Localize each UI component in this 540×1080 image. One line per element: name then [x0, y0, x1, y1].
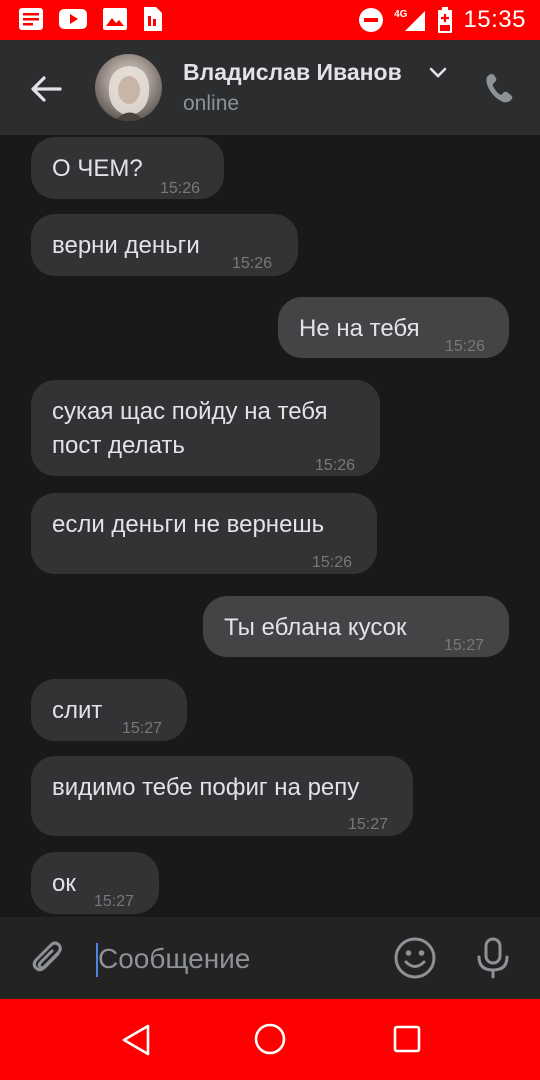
message-text: сукая щас пойду на тебя пост делать	[52, 398, 328, 459]
message-input[interactable]: Сообщение	[98, 943, 250, 975]
message-time: 15:26	[160, 180, 201, 197]
battery-charging-icon	[438, 7, 453, 33]
message-incoming[interactable]: слит 15:27	[31, 679, 187, 741]
nav-recents-icon[interactable]	[390, 1022, 424, 1056]
contact-status: online	[183, 92, 240, 115]
message-incoming[interactable]: О ЧЕМ? 15:26	[31, 137, 224, 199]
message-time: 15:26	[315, 457, 356, 474]
avatar-photo	[108, 66, 150, 121]
system-status-icons: 4G 15:35	[358, 6, 526, 34]
message-time: 15:27	[444, 637, 485, 654]
message-time: 15:27	[94, 893, 135, 910]
message-time: 15:26	[312, 554, 353, 571]
avatar[interactable]	[95, 54, 162, 121]
message-text: верни деньги	[52, 232, 200, 259]
message-list[interactable]: О ЧЕМ? 15:26 верни деньги 15:26 Не на те…	[0, 135, 540, 917]
sim-card-icon	[144, 7, 162, 31]
do-not-disturb-icon	[359, 8, 384, 32]
message-incoming[interactable]: видимо тебе пофиг на репу 15:27	[31, 756, 413, 836]
message-text: видимо тебе пофиг на репу	[52, 774, 360, 801]
signal-icon	[405, 11, 426, 31]
clock: 15:35	[463, 6, 526, 33]
nav-home-icon[interactable]	[252, 1021, 288, 1057]
notification-icons	[18, 6, 164, 32]
message-time: 15:26	[232, 255, 273, 272]
system-navigation-bar	[0, 999, 540, 1080]
gallery-notification-icon	[103, 8, 127, 30]
message-incoming[interactable]: если деньги не вернешь 15:26	[31, 493, 377, 574]
paperclip-icon[interactable]	[28, 938, 68, 978]
message-time: 15:27	[122, 720, 163, 737]
arrow-left-icon[interactable]	[28, 71, 64, 107]
message-text: если деньги не вернешь	[52, 511, 325, 538]
message-incoming[interactable]: ок 15:27	[31, 852, 159, 914]
message-outgoing[interactable]: Ты еблана кусок 15:27	[203, 596, 509, 657]
phone-icon[interactable]	[484, 72, 516, 104]
smile-icon[interactable]	[393, 936, 437, 980]
status-bar: 4G 15:35	[0, 0, 540, 40]
message-text: Ты еблана кусок	[224, 614, 407, 641]
message-incoming[interactable]: верни деньги 15:26	[31, 214, 298, 276]
message-time: 15:26	[445, 338, 486, 355]
news-notification-icon	[19, 8, 43, 30]
nav-back-icon[interactable]	[118, 1022, 154, 1058]
contact-name[interactable]: Владислав Иванов	[183, 59, 402, 86]
microphone-icon[interactable]	[473, 937, 513, 979]
message-text: ок	[52, 870, 76, 897]
message-text: слит	[52, 697, 103, 724]
message-text: Не на тебя	[299, 315, 420, 342]
message-text: О ЧЕМ?	[52, 155, 143, 182]
composer-bar	[0, 917, 540, 999]
chat-header: Владислав Иванов online	[0, 40, 540, 135]
message-outgoing[interactable]: Не на тебя 15:26	[278, 297, 509, 358]
message-incoming[interactable]: сукая щас пойду на тебя пост делать 15:2…	[31, 380, 380, 476]
message-time: 15:27	[348, 816, 389, 833]
chevron-down-icon[interactable]	[429, 67, 447, 79]
youtube-notification-icon	[59, 9, 87, 29]
